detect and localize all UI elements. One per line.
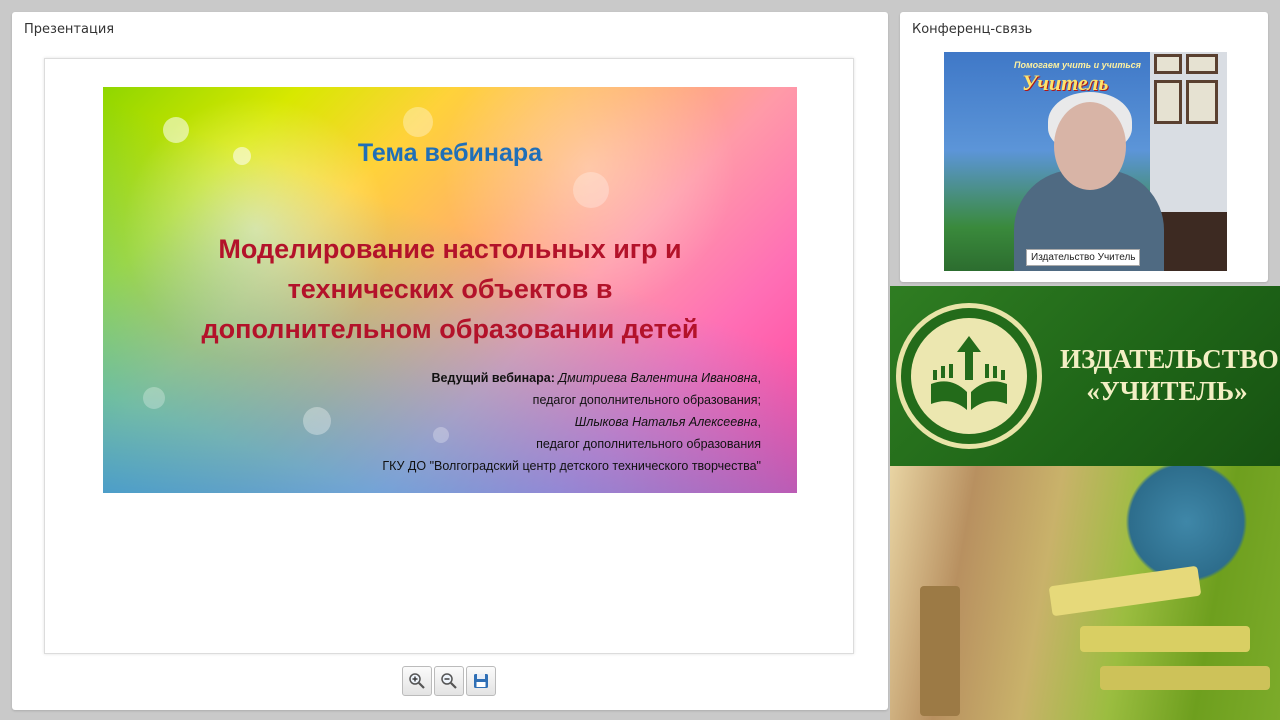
book-shape [1100,666,1270,690]
publisher-promo: ИЗДАТЕЛЬСТВО «УЧИТЕЛЬ» [890,286,1280,720]
host-1-role: педагог дополнительного образования; [532,393,761,407]
presentation-panel: Презентация Тема вебинара Моделирование … [12,12,888,710]
host-1-name: Дмитриева Валентина Ивановна [558,371,758,385]
bokeh-light [573,172,609,208]
book-emblem-icon [931,336,1007,410]
bokeh-light [403,107,433,137]
publisher-name-line: «УЧИТЕЛЬ» [1086,376,1248,406]
publisher-logo [896,303,1042,449]
comma: , [757,415,761,429]
slide-topic-line: дополнительном образовании детей [201,314,699,344]
publisher-logo-inner [911,318,1027,434]
presentation-title: Презентация [24,22,115,37]
slide-viewer[interactable]: Тема вебинара Моделирование настольных и… [44,58,854,654]
book-shape [1080,626,1250,652]
publisher-name: ИЗДАТЕЛЬСТВО «УЧИТЕЛЬ» [1060,343,1279,407]
organization: ГКУ ДО "Волгоградский центр детского тех… [382,459,761,473]
slide-topic-line: технических объектов в [287,274,613,304]
conference-panel: Конференц-связь Помогаем учить и учиться… [900,12,1268,282]
presenter-face [1054,102,1126,190]
zoom-out-icon [441,673,457,689]
slide-topic-line: Моделирование настольных игр и [218,234,682,264]
wall-frame [1154,54,1182,74]
books-globe-photo [890,466,1280,720]
comma: , [757,371,761,385]
save-icon [474,674,488,688]
wall-frame [1154,80,1182,124]
bokeh-light [303,407,331,435]
wall-frame [1186,80,1218,124]
host-2-role: педагог дополнительного образования [536,437,761,451]
host-2-name: Шлыкова Наталья Алексеевна [574,415,758,429]
slide-credits: Ведущий вебинара: Дмитриева Валентина Ив… [382,367,761,477]
participant-name: Издательство Учитель [1026,249,1141,266]
zoom-in-button[interactable] [402,666,432,696]
book-shape [920,586,960,716]
conference-title: Конференц-связь [912,22,1033,37]
slide-heading: Тема вебинара [357,139,543,167]
wall-frame [1186,54,1218,74]
book-shape [1048,565,1202,617]
publisher-name-line: ИЗДАТЕЛЬСТВО [1060,344,1279,374]
zoom-out-button[interactable] [434,666,464,696]
banner-slogan: Помогаем учить и учиться [1014,60,1141,70]
zoom-in-icon [409,673,425,689]
host-2: Шлыкова Наталья Алексеевна, [382,411,761,433]
zoom-toolbar [402,666,496,696]
host-label: Ведущий вебинара: [431,371,555,385]
host-1: Ведущий вебинара: Дмитриева Валентина Ив… [382,367,762,389]
video-feed[interactable]: Помогаем учить и учиться Учитель Издател… [944,52,1227,271]
slide-topic: Моделирование настольных игр и техническ… [103,229,797,349]
save-button[interactable] [466,666,496,696]
bokeh-light [143,387,165,409]
slide: Тема вебинара Моделирование настольных и… [103,87,797,493]
